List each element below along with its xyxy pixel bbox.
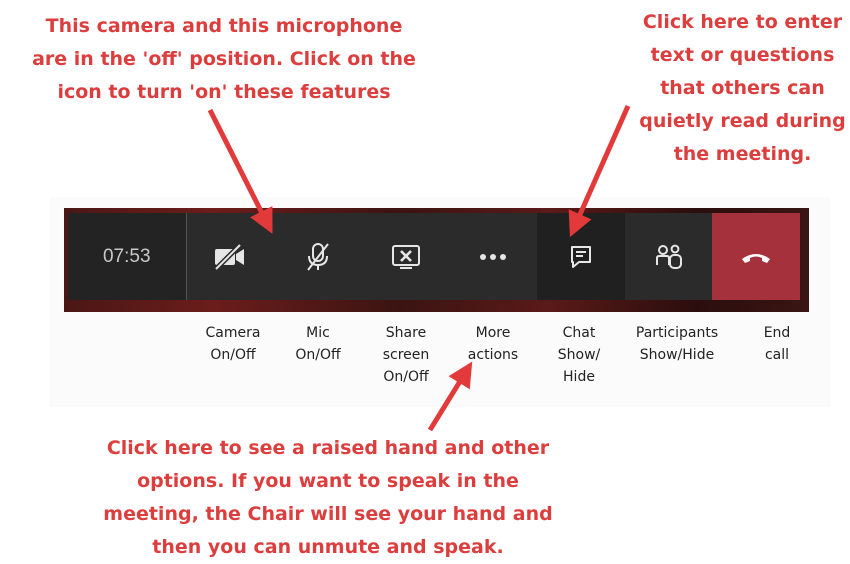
arrow-to-chat xyxy=(568,104,631,238)
camera-mic-callout: This camera and this microphone are in t… xyxy=(32,15,416,103)
arrow-to-camera-mic xyxy=(207,108,273,234)
more-actions-callout: Click here to see a raised hand and othe… xyxy=(103,437,553,558)
chat-callout: Click here to enter text or questions th… xyxy=(639,11,846,165)
arrow-to-more-actions xyxy=(427,361,473,432)
